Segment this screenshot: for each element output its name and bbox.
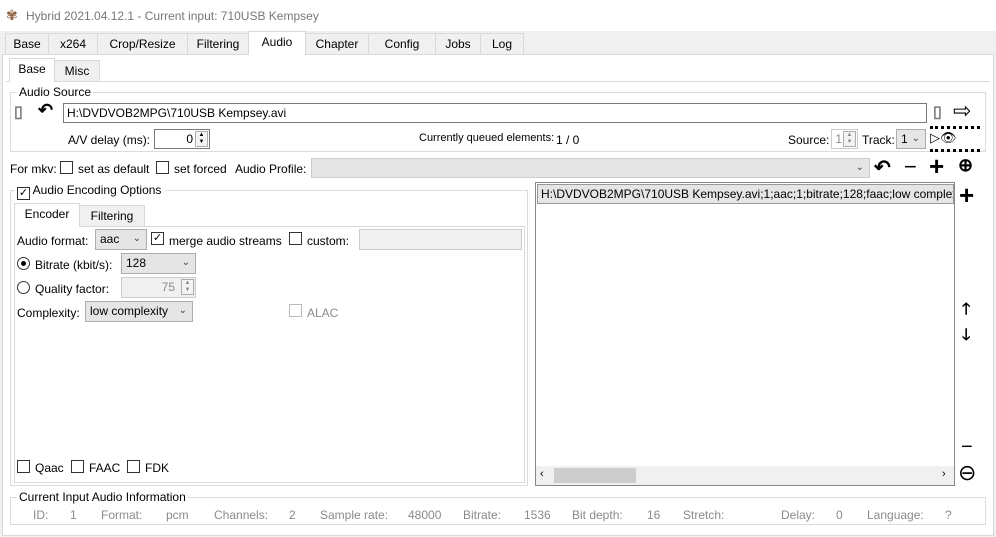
chevron-down-icon: ⌄ bbox=[181, 257, 190, 268]
custom-label: custom: bbox=[307, 234, 350, 248]
alac-label: ALAC bbox=[307, 306, 339, 320]
av-delay-label: A/V delay (ms): bbox=[68, 133, 151, 147]
open-file-icon[interactable]: ▯ bbox=[14, 102, 23, 122]
quality-label: Quality factor: bbox=[35, 282, 110, 296]
tab-x264[interactable]: x264 bbox=[48, 33, 98, 55]
remove-queue-icon[interactable]: − bbox=[961, 436, 973, 459]
av-delay-spinbox[interactable]: 0 ▲ ▼ bbox=[154, 129, 210, 149]
queued-label: Currently queued elements: bbox=[419, 132, 555, 144]
spin-arrows-icon: ▲ ▼ bbox=[195, 131, 208, 147]
tab-jobs[interactable]: Jobs bbox=[435, 33, 481, 55]
encoding-options-toggle[interactable]: ✓ Audio Encoding Options bbox=[15, 183, 166, 200]
source-label: Source: bbox=[788, 133, 830, 147]
spin-arrows-icon: ▲ ▼ bbox=[843, 131, 856, 147]
remove-profile-icon[interactable]: − bbox=[904, 154, 917, 180]
subtab-misc[interactable]: Misc bbox=[54, 60, 100, 82]
save-profile-icon[interactable]: ⊕ bbox=[958, 155, 973, 176]
scrollbar-thumb[interactable] bbox=[554, 468, 636, 483]
move-up-icon[interactable]: 🡑 bbox=[962, 298, 970, 325]
quality-spinbox[interactable]: 75 ▲ ▼ bbox=[121, 277, 196, 298]
add-queue-icon[interactable]: + bbox=[959, 180, 974, 211]
tab-crop-resize[interactable]: Crop/Resize bbox=[97, 33, 188, 55]
bitrate-label: Bitrate (kbit/s): bbox=[35, 258, 113, 272]
quality-radio[interactable] bbox=[17, 281, 30, 294]
scroll-left-icon[interactable]: ‹ bbox=[540, 468, 544, 480]
arrow-right-icon[interactable]: ⇨ bbox=[953, 98, 971, 124]
track-select[interactable]: 1 ⌄ bbox=[896, 129, 926, 149]
subtab-base[interactable]: Base bbox=[9, 58, 55, 82]
chevron-down-icon: ⌄ bbox=[911, 133, 920, 144]
faac-label: FAAC bbox=[89, 461, 121, 475]
undo-icon[interactable]: ↶ bbox=[38, 100, 53, 121]
chevron-down-icon: ⌄ bbox=[178, 305, 187, 316]
tab-filtering[interactable]: Filtering bbox=[187, 33, 249, 55]
audio-profile-select[interactable]: ⌄ bbox=[311, 158, 870, 178]
chevron-down-icon: ⌄ bbox=[855, 162, 864, 173]
audio-source-label: Audio Source bbox=[17, 85, 94, 99]
undo-profile-icon[interactable]: ↶ bbox=[874, 155, 891, 180]
complexity-label: Complexity: bbox=[17, 306, 80, 320]
app-logo-icon: ✾ bbox=[6, 7, 18, 23]
horizontal-scrollbar[interactable]: ‹ › bbox=[536, 466, 954, 485]
preview-film-icon[interactable]: ▷👁 bbox=[930, 126, 980, 152]
bitrate-radio[interactable] bbox=[17, 257, 30, 270]
audio-format-select[interactable]: aac ⌄ bbox=[95, 229, 147, 250]
audio-queue-list[interactable]: H:\DVDVOB2MPG\710USB Kempsey.avi;1;aac;1… bbox=[535, 182, 955, 486]
complexity-select[interactable]: low complexity ⌄ bbox=[85, 301, 193, 322]
move-down-icon[interactable]: 🡓 bbox=[962, 324, 970, 351]
alac-checkbox[interactable] bbox=[289, 304, 302, 317]
merge-streams-checkbox[interactable]: ✓ bbox=[151, 232, 164, 245]
tab-config[interactable]: Config bbox=[368, 33, 436, 55]
tab-base[interactable]: Base bbox=[5, 33, 49, 55]
track-label: Track: bbox=[862, 133, 895, 147]
set-forced-checkbox[interactable] bbox=[156, 161, 169, 174]
window-title: Hybrid 2021.04.12.1 - Current input: 710… bbox=[26, 9, 319, 23]
open-output-icon[interactable]: ▯ bbox=[933, 102, 942, 122]
tab-encoder[interactable]: Encoder bbox=[14, 203, 80, 227]
input-audio-info-label: Current Input Audio Information bbox=[17, 490, 188, 504]
qaac-checkbox[interactable] bbox=[17, 460, 30, 473]
tab-log[interactable]: Log bbox=[480, 33, 524, 55]
merge-streams-label: merge audio streams bbox=[169, 234, 282, 248]
scroll-right-icon[interactable]: › bbox=[942, 468, 946, 480]
fdk-checkbox[interactable] bbox=[127, 460, 140, 473]
bitrate-select[interactable]: 128 ⌄ bbox=[121, 253, 196, 274]
queue-item[interactable]: H:\DVDVOB2MPG\710USB Kempsey.avi;1;aac;1… bbox=[537, 184, 954, 204]
set-default-label: set as default bbox=[78, 162, 150, 176]
title-bar: ✾ Hybrid 2021.04.12.1 - Current input: 7… bbox=[0, 0, 996, 31]
qaac-label: Qaac bbox=[35, 461, 64, 475]
clear-queue-icon[interactable]: ⊖ bbox=[958, 460, 976, 486]
set-forced-label: set forced bbox=[174, 162, 227, 176]
source-spinbox[interactable]: 1 ▲ ▼ bbox=[831, 129, 858, 149]
custom-checkbox[interactable] bbox=[289, 232, 302, 245]
add-profile-icon[interactable]: + bbox=[929, 151, 944, 182]
spin-arrows-icon: ▲ ▼ bbox=[181, 279, 194, 295]
for-mkv-label: For mkv: bbox=[10, 162, 57, 176]
tab-enc-filtering[interactable]: Filtering bbox=[79, 205, 145, 227]
audio-profile-label: Audio Profile: bbox=[235, 162, 307, 176]
custom-input[interactable] bbox=[359, 229, 522, 250]
tab-audio[interactable]: Audio bbox=[248, 31, 306, 55]
chevron-down-icon: ⌄ bbox=[132, 233, 141, 244]
audio-format-label: Audio format: bbox=[17, 234, 89, 248]
encoding-options-checkbox[interactable]: ✓ bbox=[17, 187, 30, 200]
audio-path-input[interactable]: H:\DVDVOB2MPG\710USB Kempsey.avi bbox=[63, 103, 927, 123]
faac-checkbox[interactable] bbox=[71, 460, 84, 473]
set-default-checkbox[interactable] bbox=[60, 161, 73, 174]
queued-value: 1 / 0 bbox=[556, 133, 580, 147]
fdk-label: FDK bbox=[145, 461, 169, 475]
tab-chapter[interactable]: Chapter bbox=[305, 33, 369, 55]
